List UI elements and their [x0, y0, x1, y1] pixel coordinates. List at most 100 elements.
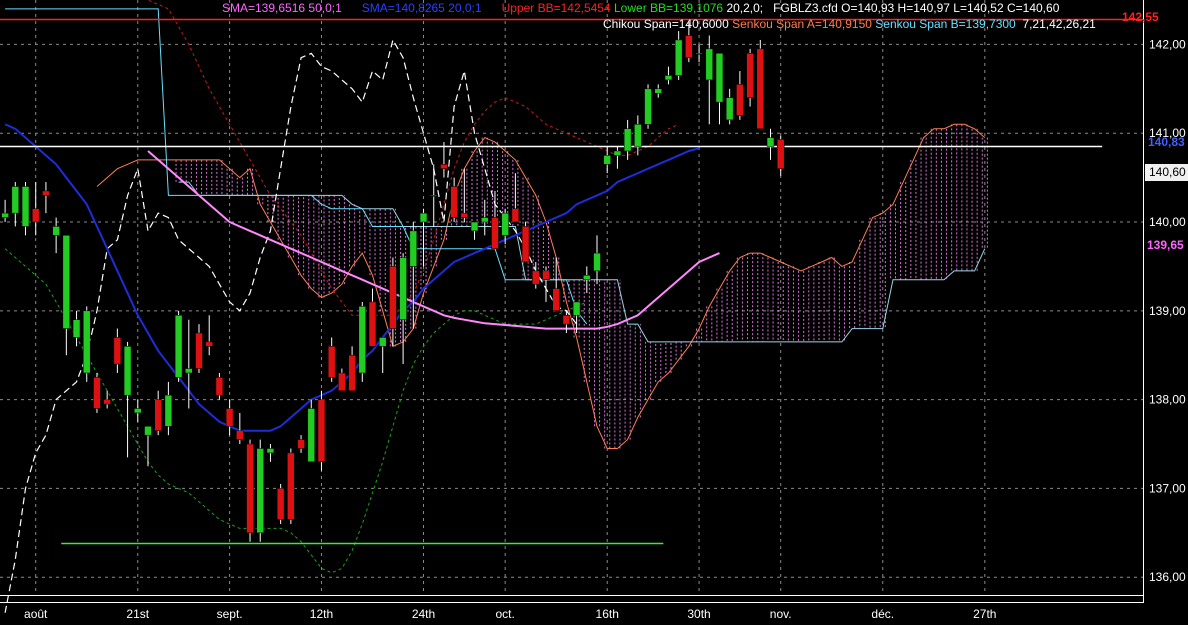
kijun-sen-line	[5, 8, 588, 325]
candle-up	[430, 195, 438, 197]
candle-up	[378, 337, 387, 347]
candle-down	[685, 35, 693, 58]
candle-up	[1, 212, 9, 218]
upper-bb-legend: Upper BB=142,5454	[501, 1, 611, 15]
candle-down	[327, 346, 336, 378]
x-tick-label: sept.	[217, 607, 243, 621]
candle-up	[501, 212, 509, 236]
x-tick-label: 21st	[126, 607, 149, 621]
candle-down	[746, 53, 754, 98]
candle-up	[72, 319, 81, 338]
candle-up	[623, 128, 632, 152]
lower-bb-legend: Lower BB=139,1076	[614, 1, 724, 15]
candle-up	[358, 306, 367, 374]
candle-up	[134, 408, 142, 414]
candle-down	[736, 84, 744, 116]
ohlc-legend: FGBLZ3.cfd O=140,93 H=140,97 L=140,52 C=…	[773, 1, 1060, 15]
candle-up	[481, 217, 489, 223]
x-tick-label: 24th	[412, 607, 435, 621]
candle-down	[776, 139, 785, 169]
x-tick-label: 16th	[596, 607, 619, 621]
x-tick-label: déc.	[871, 607, 894, 621]
y-tick-label: 142,00	[1149, 37, 1186, 51]
y-tick-label: 136,00	[1149, 570, 1186, 584]
candle-up	[164, 394, 173, 427]
candle-down	[205, 341, 213, 347]
candle-down	[338, 372, 346, 391]
top-price-tag: 142,55	[1122, 10, 1159, 24]
candle-down	[154, 399, 162, 431]
candle-down	[276, 488, 285, 520]
candle-down	[562, 315, 571, 325]
candle-down	[450, 186, 458, 218]
sma20-legend: SMA=140,8265 20,0;1	[361, 1, 482, 15]
indicator-legend-line2: Chikou Span=140,6000 Senkou Span A=140,9…	[603, 17, 1096, 31]
candle-up	[613, 150, 622, 156]
candle-up	[725, 97, 734, 121]
x-tick-label: nov.	[770, 607, 792, 621]
candle-up	[654, 88, 662, 94]
candle-down	[236, 430, 244, 440]
candle-down	[31, 208, 40, 223]
candle-up	[144, 426, 152, 436]
indicator-legend-line1: SMA=139,6516 50,0;1 SMA=140,8265 20,0;1 …	[222, 1, 1059, 15]
x-tick-label: août	[24, 607, 48, 621]
candle-down	[368, 301, 377, 347]
candle-up	[593, 252, 601, 272]
price-chart[interactable]: 136,00137,00138,00139,00140,00141,00142,…	[0, 0, 1188, 625]
candle-up	[715, 53, 724, 103]
senkou-b-legend: Senkou Span B=139,7300	[875, 17, 1016, 31]
candle-down	[440, 164, 448, 169]
candle-down	[195, 332, 203, 369]
sma50-price-tag: 139,65	[1147, 238, 1184, 252]
candle-down	[460, 212, 469, 218]
candle-up	[256, 448, 264, 534]
candle-up	[766, 137, 775, 147]
candle-up	[266, 448, 275, 454]
candle-up	[644, 88, 652, 125]
candle-down	[552, 288, 560, 312]
ichimoku-params-legend: 7,21,42,26,21	[1022, 17, 1096, 31]
candle-up	[399, 257, 407, 320]
candle-up	[603, 155, 611, 165]
x-tick-label: 27th	[973, 607, 996, 621]
candle-up	[11, 186, 20, 214]
candle-down	[511, 208, 520, 223]
y-tick-label: 137,00	[1149, 481, 1186, 495]
candle-up	[307, 408, 315, 463]
candle-up	[123, 346, 132, 396]
candle-up	[583, 275, 591, 280]
candle-up	[62, 235, 71, 329]
candle-down	[42, 190, 50, 196]
candle-up	[634, 124, 642, 147]
sma20-price-tag: 140,83	[1148, 135, 1185, 149]
candle-up	[705, 48, 713, 81]
candle-down	[521, 226, 530, 263]
candle-up	[674, 39, 683, 76]
candle-down	[297, 439, 305, 449]
bb-params-legend: 20,2,0;	[726, 1, 764, 15]
senkou-a-legend: Senkou Span A=140,9150	[732, 17, 872, 31]
x-tick-label: 12th	[310, 607, 333, 621]
candle-down	[93, 377, 101, 409]
y-tick-label: 139,00	[1149, 304, 1186, 318]
candle-up	[174, 315, 183, 378]
candle-down	[103, 399, 111, 405]
candle-up	[52, 226, 60, 236]
candle-down	[246, 443, 254, 534]
x-tick-label: oct.	[495, 607, 514, 621]
candle-down	[287, 452, 295, 520]
last-price-tag: 140,60	[1145, 164, 1188, 181]
candle-down	[348, 354, 356, 391]
candle-up	[572, 301, 581, 316]
candle-up	[83, 310, 91, 374]
candle-down	[542, 270, 550, 280]
candle-up	[419, 212, 428, 223]
candle-up	[695, 53, 703, 55]
candle-up	[470, 221, 479, 232]
lower-bollinger-band	[4, 248, 588, 574]
chikou-span-line	[4, 38, 578, 613]
y-tick-label: 140,00	[1149, 215, 1186, 229]
candle-up	[185, 368, 193, 374]
candle-down	[532, 270, 540, 285]
